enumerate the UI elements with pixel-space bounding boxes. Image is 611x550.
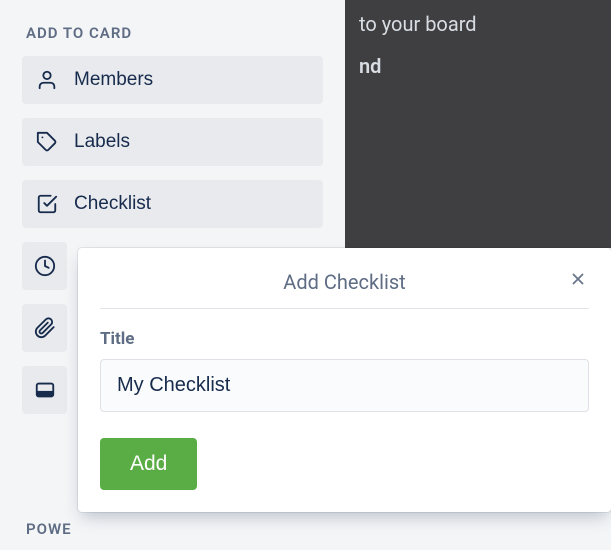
close-icon bbox=[569, 271, 587, 293]
popover-header: Add Checklist bbox=[100, 260, 589, 309]
members-button[interactable]: Members bbox=[22, 56, 323, 104]
person-icon bbox=[36, 68, 64, 92]
checklist-title-input[interactable] bbox=[100, 359, 589, 412]
popover-title: Add Checklist bbox=[283, 270, 405, 294]
add-checklist-popover: Add Checklist Title Add bbox=[78, 248, 611, 512]
add-button[interactable]: Add bbox=[100, 438, 197, 490]
dates-button[interactable] bbox=[22, 242, 67, 290]
members-label: Members bbox=[74, 69, 153, 91]
attachment-button[interactable] bbox=[22, 304, 67, 352]
powerups-heading: POWE bbox=[26, 520, 72, 538]
background-panel: to your board nd bbox=[345, 0, 611, 248]
cover-icon bbox=[32, 378, 57, 402]
tag-icon bbox=[36, 130, 64, 154]
checklist-label: Checklist bbox=[74, 193, 151, 215]
add-to-card-heading: ADD TO CARD bbox=[26, 24, 323, 42]
labels-label: Labels bbox=[74, 131, 130, 153]
attachment-icon bbox=[32, 316, 57, 340]
labels-button[interactable]: Labels bbox=[22, 118, 323, 166]
close-button[interactable] bbox=[565, 266, 591, 296]
checkbox-icon bbox=[36, 192, 64, 216]
checklist-button[interactable]: Checklist bbox=[22, 180, 323, 228]
cover-button[interactable] bbox=[22, 366, 67, 414]
background-text: nd bbox=[359, 54, 603, 78]
background-text: to your board bbox=[359, 12, 603, 36]
title-field-label: Title bbox=[100, 329, 589, 349]
clock-icon bbox=[32, 254, 57, 278]
